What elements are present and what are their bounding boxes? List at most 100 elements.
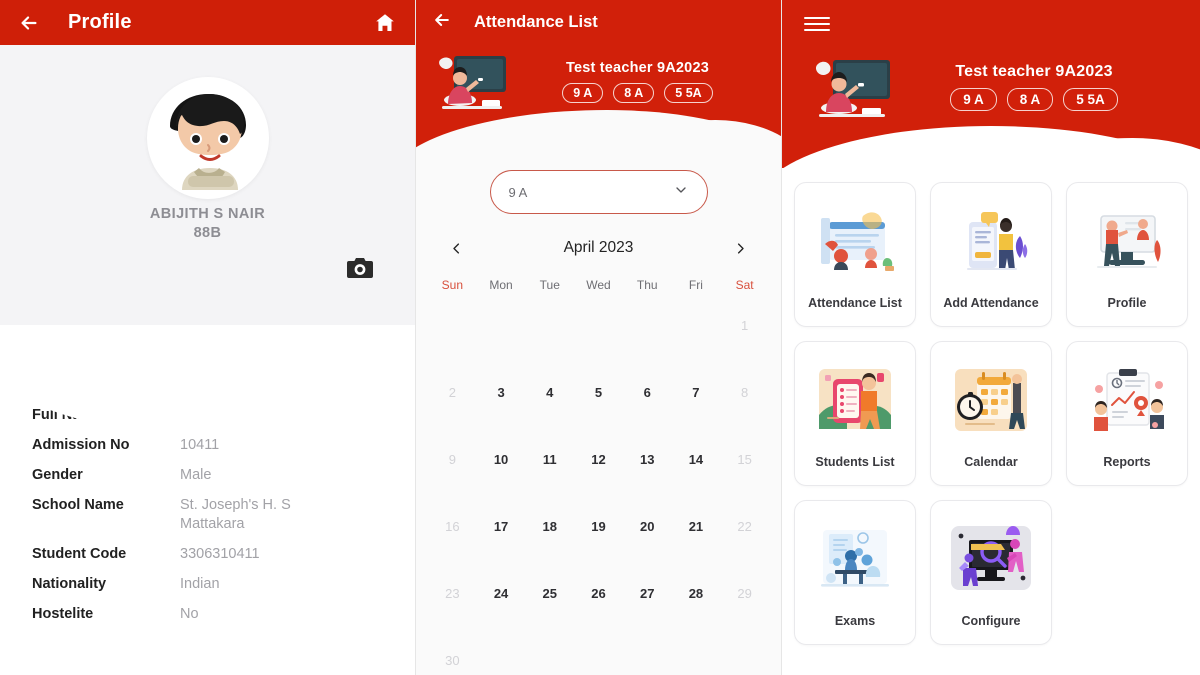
calendar-empty-cell	[574, 292, 623, 359]
chevron-right-icon[interactable]	[729, 236, 753, 260]
calendar-day-cell[interactable]: 7	[672, 359, 721, 426]
calendar-week-row: 9 10 11 12 13 14 15	[428, 426, 769, 493]
calendar-day-cell[interactable]: 18	[525, 493, 574, 560]
calendar-day-cell[interactable]: 20	[623, 493, 672, 560]
tile-profile[interactable]: Profile	[1066, 182, 1188, 327]
calendar-day-cell[interactable]: 3	[477, 359, 526, 426]
calendar-day-cell[interactable]: 1	[720, 292, 769, 359]
page-title: Attendance List	[474, 12, 598, 31]
camera-icon[interactable]	[347, 257, 373, 279]
calendar-day-cell[interactable]: 23	[428, 560, 477, 627]
detail-row: Student Code 3306310411	[32, 545, 383, 564]
detail-label: Hostelite	[32, 606, 94, 622]
calendar-day-cell[interactable]: 27	[623, 560, 672, 627]
tile-label: Attendance List	[808, 295, 902, 310]
tile-empty-slot	[1066, 500, 1188, 645]
class-chip[interactable]: 8 A	[613, 82, 655, 103]
class-chip[interactable]: 9 A	[562, 82, 604, 103]
calendar-empty-cell	[477, 627, 526, 675]
calendar-day-cell[interactable]: 21	[672, 493, 721, 560]
chevron-left-icon[interactable]	[444, 236, 468, 260]
profile-screen: Profile ABIJITH S NAIR 88B Admission No …	[0, 0, 416, 675]
calendar-week-row: 1	[428, 292, 769, 359]
calendar-day-cell[interactable]: 22	[720, 493, 769, 560]
calendar-header: April 2023	[416, 214, 781, 260]
tile-label: Exams	[834, 613, 876, 628]
class-chip[interactable]: 9 A	[950, 88, 997, 111]
screens-container: Profile ABIJITH S NAIR 88B Admission No …	[0, 0, 1200, 675]
calendar-day-cell[interactable]: 11	[525, 426, 574, 493]
reports-illustration	[1079, 359, 1175, 447]
profile-hero: ABIJITH S NAIR 88B	[0, 45, 415, 435]
back-arrow-icon[interactable]	[16, 10, 42, 36]
teacher-summary: Test teacher 9A2023 9 A 8 A 5 5A	[782, 48, 1200, 122]
detail-value: 3306310411	[180, 546, 260, 562]
calendar-empty-cell	[720, 627, 769, 675]
exams-illustration	[807, 518, 903, 606]
tile-attendance-list[interactable]: Attendance List	[794, 182, 916, 327]
calendar-day-cell[interactable]: 29	[720, 560, 769, 627]
teacher-blackboard-illustration	[806, 52, 898, 122]
add-attendance-illustration	[943, 200, 1039, 288]
calendar-day-cell[interactable]: 8	[720, 359, 769, 426]
calendar-day-cell[interactable]: 13	[623, 426, 672, 493]
calendar-day-cell[interactable]: 16	[428, 493, 477, 560]
calendar-day-cell[interactable]: 9	[428, 426, 477, 493]
class-chip-list: 9 A 8 A 5 5A	[898, 88, 1170, 111]
calendar-day-cell[interactable]: 6	[623, 359, 672, 426]
class-select-dropdown[interactable]: 9 A	[489, 170, 708, 214]
tile-configure[interactable]: Configure	[930, 500, 1052, 645]
hamburger-menu-icon[interactable]	[804, 13, 830, 35]
tile-label: Reports	[1103, 454, 1151, 469]
attendance-list-illustration	[807, 200, 903, 288]
teacher-name: Test teacher 9A2023	[566, 59, 709, 76]
tile-add-attendance[interactable]: Add Attendance	[930, 182, 1052, 327]
back-arrow-icon[interactable]	[432, 10, 452, 35]
calendar-week-row: 30	[428, 627, 769, 675]
calendar-day-cell[interactable]: 14	[672, 426, 721, 493]
calendar-day-cell[interactable]: 28	[672, 560, 721, 627]
tile-students-list[interactable]: Students List	[794, 341, 916, 486]
tile-exams[interactable]: Exams	[794, 500, 916, 645]
calendar-day-cell[interactable]: 12	[574, 426, 623, 493]
calendar-day-cell[interactable]: 30	[428, 627, 477, 675]
class-chip[interactable]: 5 5A	[664, 82, 713, 103]
tile-reports[interactable]: Reports	[1066, 341, 1188, 486]
class-chip[interactable]: 8 A	[1006, 88, 1054, 111]
calendar-day-cell[interactable]: 4	[525, 359, 574, 426]
students-list-illustration	[807, 359, 903, 447]
calendar-day-cell[interactable]: 19	[574, 493, 623, 560]
weekday-label: Thu	[636, 278, 658, 292]
tile-label: Students List	[815, 454, 895, 469]
calendar-week-row: 23 24 25 26 27 28 29	[428, 560, 769, 627]
dashboard-header: Test teacher 9A2023 9 A 8 A 5 5A	[782, 0, 1200, 168]
calendar-day-cell[interactable]: 25	[525, 560, 574, 627]
attendance-appbar: Attendance List	[416, 0, 781, 44]
calendar-day-cell[interactable]: 17	[477, 493, 526, 560]
teacher-summary: Test teacher 9A2023 9 A 8 A 5 5A	[416, 44, 781, 114]
tile-label: Add Attendance	[943, 295, 1039, 310]
tile-label: Configure	[961, 613, 1021, 628]
weekday-label: Sun	[441, 278, 464, 292]
student-name: ABIJITH S NAIR	[149, 206, 266, 222]
class-chip[interactable]: 5 5A	[1063, 88, 1118, 111]
detail-label: School Name	[32, 497, 124, 513]
profile-illustration	[1079, 200, 1175, 288]
teacher-name: Test teacher 9A2023	[955, 63, 1113, 80]
calendar-empty-cell	[428, 292, 477, 359]
calendar-grid: Sun Mon Tue Wed Thu Fri Sat 1 2 3 4 5 6 7 8 9 10 1…	[416, 260, 781, 675]
dashboard-screen: Test teacher 9A2023 9 A 8 A 5 5A Attenda…	[782, 0, 1200, 675]
calendar-day-cell[interactable]: 26	[574, 560, 623, 627]
home-icon[interactable]	[371, 9, 399, 37]
calendar-week-row: 2345678	[428, 359, 769, 426]
calendar-empty-cell	[672, 627, 721, 675]
tile-calendar[interactable]: Calendar	[930, 341, 1052, 486]
calendar-day-cell[interactable]: 10	[477, 426, 526, 493]
calendar-day-cell[interactable]: 24	[477, 560, 526, 627]
detail-label: Admission No	[32, 437, 130, 453]
calendar-day-cell[interactable]: 2	[428, 359, 477, 426]
calendar-illustration	[943, 359, 1039, 447]
calendar-day-cell[interactable]: 5	[574, 359, 623, 426]
detail-value: Indian	[180, 576, 220, 592]
calendar-day-cell[interactable]: 15	[720, 426, 769, 493]
